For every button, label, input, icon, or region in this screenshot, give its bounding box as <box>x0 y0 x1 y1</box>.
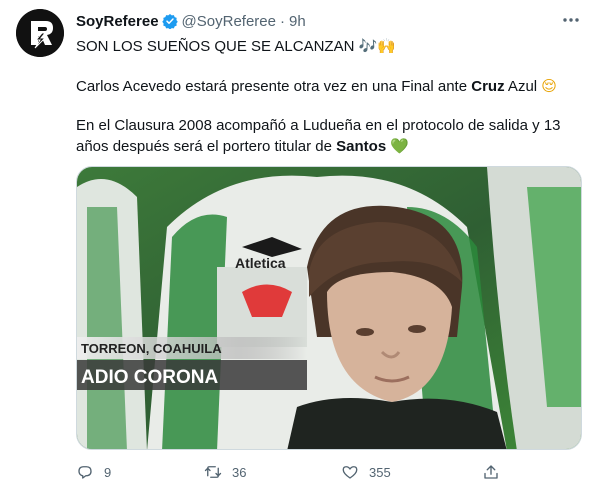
like-count: 355 <box>369 464 391 480</box>
tweet-text-bold-santos: Santos <box>336 138 387 155</box>
reply-count: 9 <box>104 464 112 480</box>
overlay-stadium: ADIO CORONA <box>81 367 219 388</box>
share-icon <box>484 465 498 479</box>
tweet-text-headline: SON LOS SUEÑOS QUE SE ALCANZAN <box>76 38 355 55</box>
music-notes-emoji: 🎶🙌 <box>358 37 396 55</box>
reply-button[interactable]: 9 <box>76 460 111 484</box>
tweet-header: SoyReferee @SoyReferee · 9h <box>76 11 581 31</box>
tweet-text-paragraph-2: Carlos Acevedo estará presente otra vez … <box>76 76 581 97</box>
retweet-button[interactable]: 36 <box>204 460 246 484</box>
heart-icon <box>342 466 358 479</box>
tweet-actions: 9 36 355 <box>76 460 581 484</box>
broadcast-still-image: Atletica TORREON, COAHUILA ADIO CORONA <box>77 167 581 449</box>
more-options-icon[interactable] <box>561 11 581 29</box>
author-handle[interactable]: @SoyReferee <box>182 13 276 30</box>
tweet-media-image[interactable]: Atletica TORREON, COAHUILA ADIO CORONA <box>76 166 582 450</box>
relieved-face-emoji: 😌 <box>541 77 557 95</box>
reply-icon <box>78 466 92 479</box>
soyreferee-logo-icon <box>16 9 64 57</box>
tweet-time[interactable]: 9h <box>289 13 306 30</box>
tweet-text-segment: Azul <box>504 78 538 95</box>
tweet-text-paragraph-3: En el Clausura 2008 acompañó a Ludueña e… <box>76 116 581 157</box>
green-heart-emoji: 💚 <box>390 137 410 155</box>
avatar[interactable] <box>16 9 64 57</box>
author-name[interactable]: SoyReferee <box>76 13 159 30</box>
overlay-location: TORREON, COAHUILA <box>81 341 222 356</box>
separator-dot: · <box>280 12 285 30</box>
tweet-text-line-1: SON LOS SUEÑOS QUE SE ALCANZAN 🎶🙌 <box>76 36 581 57</box>
tweet-text-segment: años después será el portero titular de <box>76 138 337 155</box>
tweet-text-segment: Carlos Acevedo estará presente otra vez … <box>76 78 472 95</box>
retweet-count: 36 <box>232 464 247 480</box>
tweet-text-segment: En el Clausura 2008 acompañó a Ludueña e… <box>76 117 561 134</box>
jersey-sponsor: Atletica <box>235 255 286 271</box>
verified-badge-icon <box>161 14 178 29</box>
like-button[interactable]: 355 <box>341 460 391 484</box>
retweet-icon <box>204 466 222 478</box>
share-button[interactable] <box>482 460 500 484</box>
tweet-text-bold-cruz: Cruz <box>471 78 505 95</box>
